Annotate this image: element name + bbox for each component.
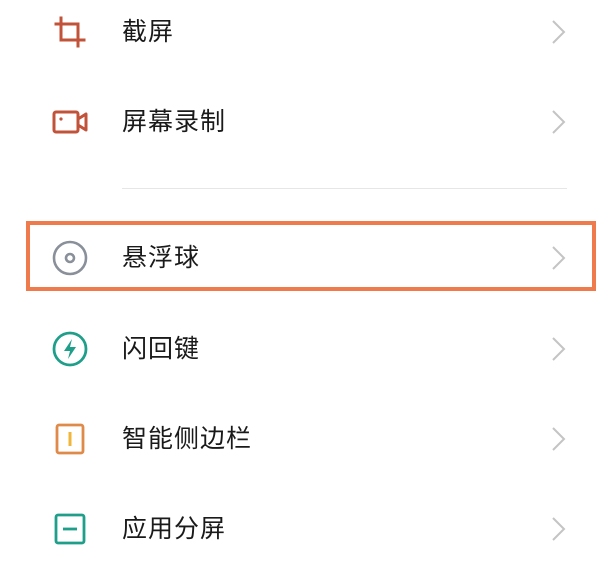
section-divider <box>122 188 567 189</box>
lightning-bolt-icon <box>48 327 92 371</box>
chevron-right-icon <box>547 334 569 364</box>
chevron-right-icon <box>547 514 569 544</box>
settings-item-label: 智能侧边栏 <box>122 424 253 453</box>
video-camera-icon <box>48 100 92 144</box>
chevron-right-icon <box>547 424 569 454</box>
chevron-right-icon <box>547 17 569 47</box>
settings-item-split-screen[interactable]: 应用分屏 <box>0 484 613 574</box>
settings-item-smart-sidebar[interactable]: 智能侧边栏 <box>0 394 613 484</box>
settings-item-label: 闪回键 <box>122 334 201 363</box>
chevron-right-icon <box>547 107 569 137</box>
settings-list: 截屏 屏幕录制 悬浮球 闪回键 智能侧边栏 应用分屏 <box>0 0 613 563</box>
split-screen-icon <box>48 507 92 551</box>
settings-item-label: 屏幕录制 <box>122 107 227 136</box>
chevron-right-icon <box>547 243 569 273</box>
settings-item-screenshot[interactable]: 截屏 <box>0 0 613 77</box>
settings-item-screen-recording[interactable]: 屏幕录制 <box>0 77 613 167</box>
settings-item-label: 应用分屏 <box>122 514 227 543</box>
settings-item-flashback-key[interactable]: 闪回键 <box>0 304 613 394</box>
settings-item-floating-ball[interactable]: 悬浮球 <box>0 213 613 303</box>
floating-ball-icon <box>48 236 92 280</box>
settings-item-label: 悬浮球 <box>122 243 201 272</box>
crop-icon <box>48 10 92 54</box>
settings-item-label: 截屏 <box>122 17 175 46</box>
sidebar-icon <box>48 417 92 461</box>
